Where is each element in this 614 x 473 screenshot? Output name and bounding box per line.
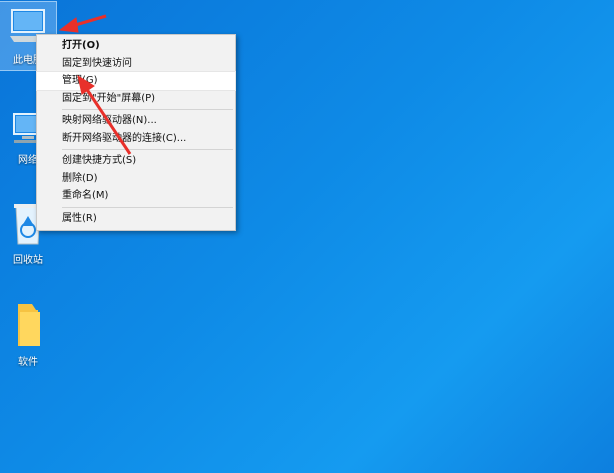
desktop-icon-label: 软件 [18, 357, 38, 368]
menu-item-create-shortcut[interactable]: 创建快捷方式(S) [37, 152, 235, 170]
menu-separator [62, 109, 233, 110]
menu-separator [62, 206, 233, 208]
menu-item-rename[interactable]: 重命名(M) [37, 187, 235, 205]
menu-item-disconnect-network-drive[interactable]: 断开网络驱动器的连接(C)... [37, 130, 235, 148]
menu-item-delete[interactable]: 删除(D) [37, 170, 235, 188]
menu-item-pin-start[interactable]: 固定到"开始"屏幕(P) [37, 90, 235, 108]
arrow-to-this-pc-icon [58, 14, 107, 33]
menu-item-open[interactable]: 打开(O) [37, 37, 235, 55]
menu-item-manage[interactable]: 管理(G) [36, 71, 236, 91]
folder-icon [18, 304, 40, 346]
menu-item-map-network-drive[interactable]: 映射网络驱动器(N)... [37, 112, 235, 130]
menu-item-pin-quick-access[interactable]: 固定到快速访问 [37, 55, 235, 73]
menu-item-properties[interactable]: 属性(R) [37, 210, 235, 228]
desktop-icon-software-folder[interactable]: 软件 [0, 300, 56, 368]
desktop-icon-label: 回收站 [13, 255, 43, 266]
menu-separator [62, 149, 233, 150]
context-menu: 打开(O) 固定到快速访问 管理(G) 固定到"开始"屏幕(P) 映射网络驱动器… [36, 34, 236, 231]
